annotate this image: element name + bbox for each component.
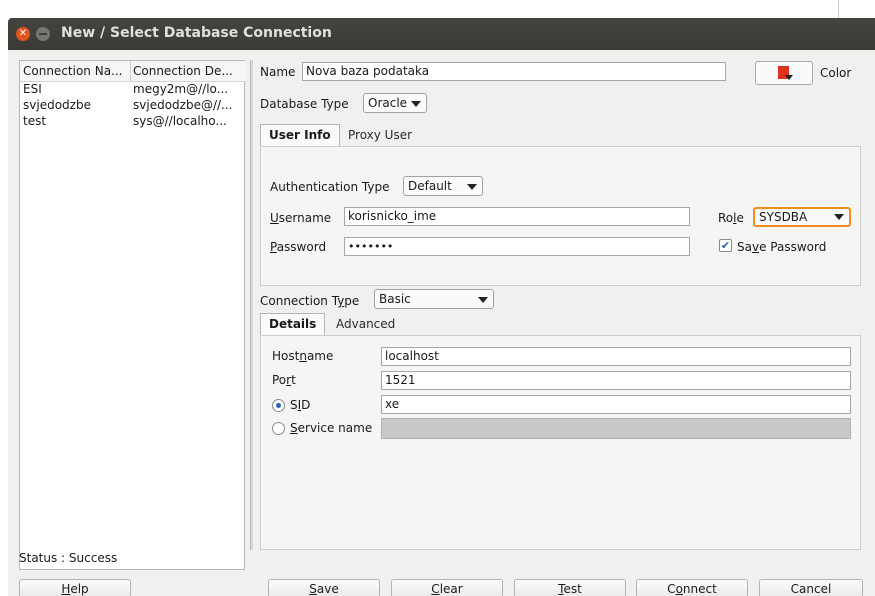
panel-splitter[interactable] xyxy=(250,60,253,550)
database-type-select[interactable]: Oracle xyxy=(363,93,427,113)
window-title: New / Select Database Connection xyxy=(61,25,332,41)
service-name-label: Service name xyxy=(290,421,373,435)
authentication-type-value: Default xyxy=(408,179,452,193)
tab-user-info[interactable]: User Info xyxy=(260,124,340,146)
tab-advanced[interactable]: Advanced xyxy=(328,314,403,336)
connection-type-label: Connection Type xyxy=(260,294,360,308)
clear-button[interactable]: Clear xyxy=(391,579,503,596)
cancel-button[interactable]: Cancel xyxy=(759,579,863,596)
tab-details[interactable]: Details xyxy=(260,313,326,335)
chevron-down-icon xyxy=(411,101,421,107)
help-button[interactable]: Help xyxy=(19,579,131,596)
name-input[interactable]: Nova baza podataka xyxy=(302,62,726,81)
chevron-down-icon xyxy=(467,184,477,190)
username-input[interactable]: korisnicko_ime xyxy=(344,207,690,226)
minimize-icon[interactable] xyxy=(36,27,50,41)
role-select[interactable]: SYSDBA xyxy=(753,207,851,227)
authentication-type-select[interactable]: Default xyxy=(403,176,483,196)
connection-details: sys@//localho... xyxy=(133,114,227,128)
authentication-type-label: Authentication Type xyxy=(270,180,390,194)
column-header-name[interactable]: Connection Na... xyxy=(23,63,127,79)
port-input[interactable]: 1521 xyxy=(381,371,851,390)
chevron-down-icon xyxy=(834,214,844,220)
connection-name: ESI xyxy=(23,82,42,96)
name-label: Name xyxy=(260,65,296,79)
table-row[interactable]: test sys@//localho... xyxy=(20,113,244,129)
connection-name: svjedodzbe xyxy=(23,98,91,112)
connect-button[interactable]: Connect xyxy=(636,579,748,596)
username-label: Username xyxy=(270,211,332,225)
hostname-label: Hostname xyxy=(272,349,334,363)
service-name-radio[interactable] xyxy=(272,422,285,435)
status-text: Status : Success xyxy=(19,551,118,565)
sid-radio[interactable] xyxy=(272,399,285,412)
color-label: Color xyxy=(820,66,852,80)
save-password-checkbox[interactable]: ✔ xyxy=(719,239,732,252)
connection-type-value: Basic xyxy=(379,292,411,306)
database-type-label: Database Type xyxy=(260,97,349,111)
chevron-down-icon xyxy=(785,75,793,80)
hostname-input[interactable]: localhost xyxy=(381,347,851,366)
save-password-label: Save Password xyxy=(737,240,827,254)
column-divider[interactable] xyxy=(130,61,131,81)
table-row[interactable]: svjedodzbe svjedodzbe@//... xyxy=(20,97,244,113)
title-bar[interactable]: ✕ New / Select Database Connection xyxy=(8,18,875,50)
service-name-input[interactable] xyxy=(381,418,851,439)
top-divider xyxy=(838,0,839,18)
database-type-value: Oracle xyxy=(368,96,408,110)
test-button[interactable]: Test xyxy=(514,579,626,596)
port-label: Port xyxy=(272,373,296,387)
password-input[interactable]: ••••••• xyxy=(344,237,690,256)
connection-details: svjedodzbe@//... xyxy=(133,98,233,112)
tab-proxy-user[interactable]: Proxy User xyxy=(340,125,420,147)
connection-details: megy2m@//lo... xyxy=(133,82,229,96)
color-button[interactable] xyxy=(755,61,813,85)
close-icon[interactable]: ✕ xyxy=(16,27,30,41)
role-label: Role xyxy=(718,211,744,225)
role-value: SYSDBA xyxy=(759,210,808,224)
password-label: Password xyxy=(270,240,327,254)
sid-label: SID xyxy=(290,398,311,412)
column-header-details[interactable]: Connection De... xyxy=(133,63,241,79)
connection-type-select[interactable]: Basic xyxy=(374,289,494,309)
table-row[interactable]: ESI megy2m@//lo... xyxy=(20,81,244,97)
sid-input[interactable]: xe xyxy=(381,395,851,414)
chevron-down-icon xyxy=(478,297,488,303)
details-panel xyxy=(260,335,861,550)
connections-table[interactable]: Connection Na... Connection De... ESI me… xyxy=(19,60,246,570)
connection-name: test xyxy=(23,114,47,128)
save-button[interactable]: Save xyxy=(268,579,380,596)
